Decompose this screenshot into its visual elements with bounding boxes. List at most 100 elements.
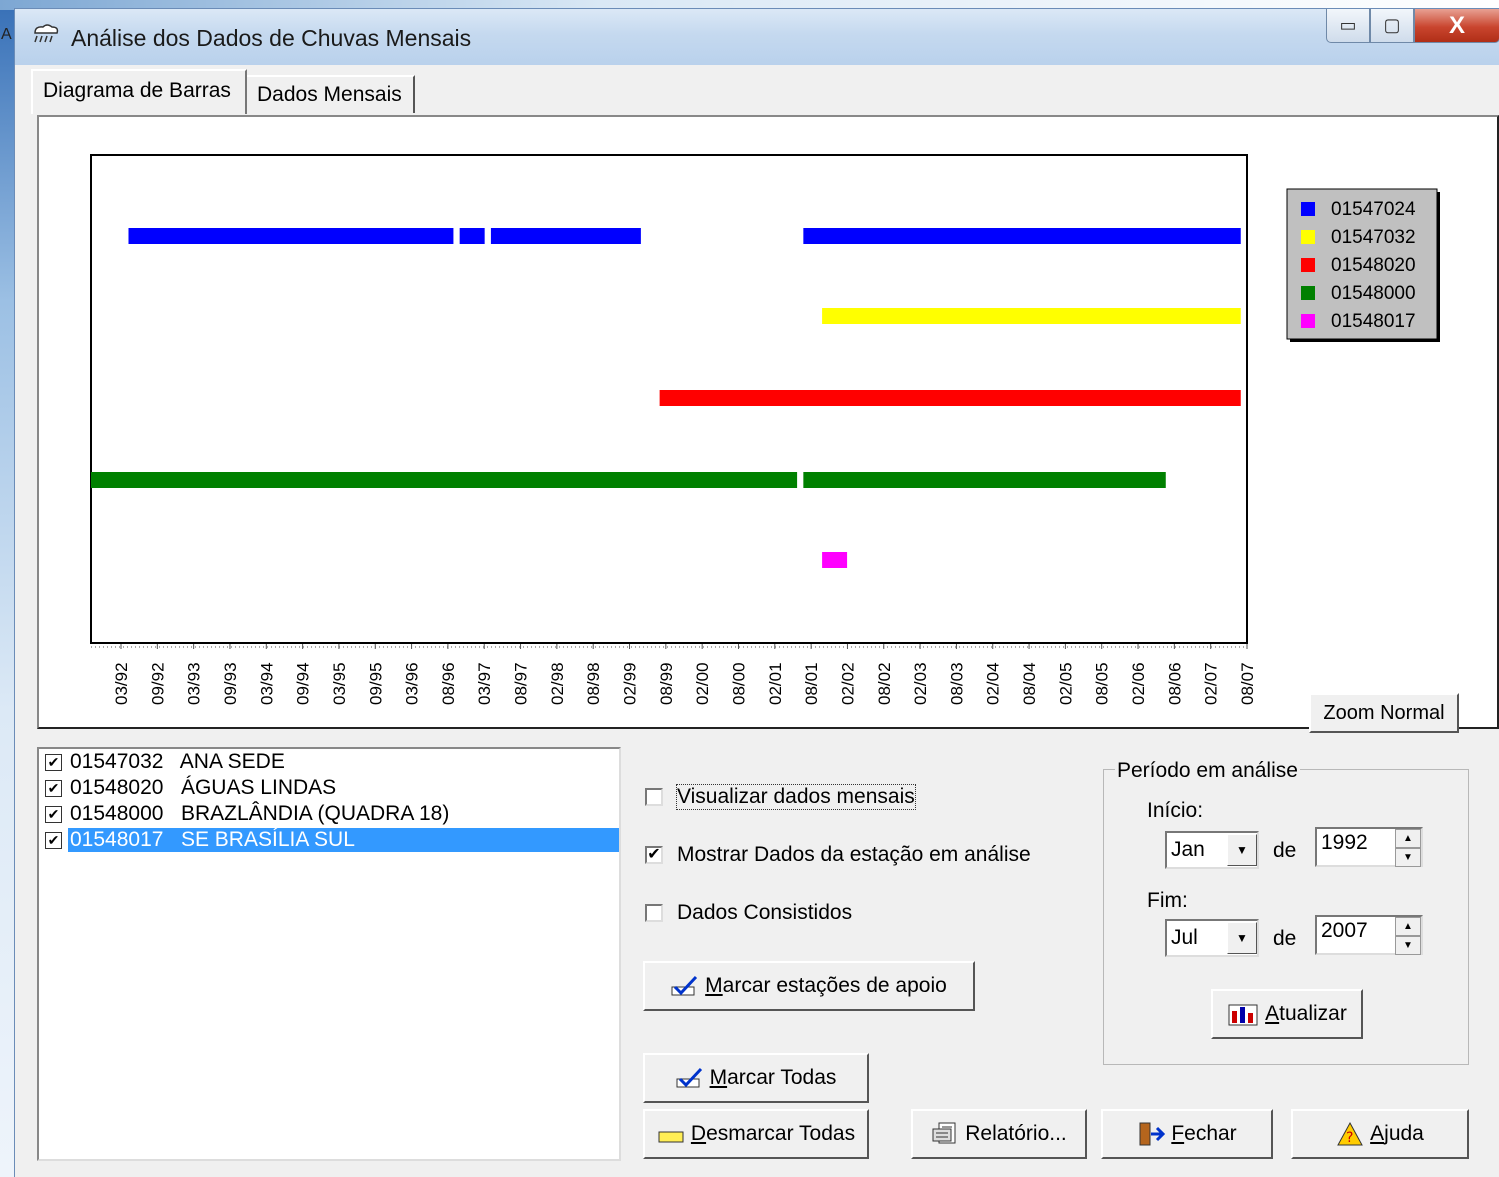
- x-tick-label: 08/05: [1093, 662, 1112, 705]
- legend-label: 01548017: [1331, 311, 1416, 332]
- station-name: BRAZLÂNDIA (QUADRA 18): [180, 802, 450, 825]
- legend-swatch: [1301, 286, 1315, 300]
- consistidos-label: Dados Consistidos: [677, 901, 853, 924]
- legend-label: 01547032: [1331, 227, 1416, 248]
- fechar-button[interactable]: Fechar: [1101, 1109, 1273, 1159]
- x-tick-label: 09/92: [148, 662, 167, 705]
- spin-down-icon[interactable]: ▼: [1395, 936, 1421, 955]
- mostrar-dados-checkbox[interactable]: ✔ Mostrar Dados da estação em análise: [645, 843, 1031, 867]
- inicio-year-spinner[interactable]: 1992 ▲ ▼: [1315, 827, 1423, 867]
- x-tick-label: 03/96: [403, 662, 422, 705]
- list-item[interactable]: ✔ 01548020 ÁGUAS LINDAS: [39, 775, 619, 801]
- chart-panel: 03/92 09/92 03/93 09/93 03/94 09/94 03/95 09/95…: [37, 115, 1499, 733]
- window-title: Análise dos Dados de Chuvas Mensais: [71, 25, 472, 51]
- spin-up-icon[interactable]: ▲: [1395, 917, 1421, 936]
- x-tick-label: 02/05: [1056, 662, 1075, 705]
- visualizar-dados-mensais-checkbox[interactable]: Visualizar dados mensais: [645, 784, 916, 810]
- list-item[interactable]: ✔ 01548000 BRAZLÂNDIA (QUADRA 18): [39, 801, 619, 827]
- x-tick-label: 02/00: [693, 662, 712, 705]
- legend-label: 01548000: [1331, 283, 1416, 304]
- station-list[interactable]: ✔ 01547032 ANA SEDE ✔ 01548020 ÁGUAS LIN…: [37, 747, 621, 1161]
- inicio-month-select[interactable]: Jan ▼: [1165, 831, 1259, 869]
- x-tick-label: 03/94: [257, 662, 276, 705]
- x-tick-label: 08/07: [1238, 662, 1257, 705]
- fim-label: Fim:: [1147, 889, 1188, 912]
- list-item-selected[interactable]: ✔ 01548017 SE BRASÍLIA SUL: [39, 827, 619, 853]
- mostrar-label: Mostrar Dados da estação em análise: [677, 843, 1031, 866]
- x-tick-label: 02/99: [621, 662, 640, 705]
- de-label: de: [1273, 839, 1297, 862]
- checkmark-icon: [671, 975, 698, 996]
- x-tick-label: 02/01: [766, 662, 785, 705]
- x-tick-label: 09/95: [366, 662, 385, 705]
- x-tick-label: 08/03: [947, 662, 966, 705]
- visualizar-label: Visualizar dados mensais: [676, 784, 916, 810]
- checkbox-checked-icon[interactable]: ✔: [45, 831, 62, 849]
- x-tick-label: 08/02: [875, 662, 894, 705]
- help-icon: ?: [1337, 1121, 1363, 1146]
- chevron-down-icon[interactable]: ▼: [1227, 922, 1257, 954]
- x-tick-label: 02/07: [1202, 662, 1221, 705]
- station-code: 01548017: [70, 828, 164, 851]
- main-window: Análise dos Dados de Chuvas Mensais ▭ ▢ …: [14, 8, 1499, 1177]
- bar-01547024: [128, 228, 454, 244]
- fim-month-select[interactable]: Jul ▼: [1165, 919, 1259, 957]
- de-label: de: [1273, 927, 1297, 950]
- checkmark-icon: [676, 1067, 702, 1088]
- legend-label: 01547024: [1331, 199, 1416, 220]
- close-button[interactable]: X: [1414, 9, 1499, 43]
- bar-01548000: [803, 472, 1166, 488]
- bar-01548017: [822, 552, 848, 568]
- tab-dados-mensais[interactable]: Dados Mensais: [247, 75, 415, 113]
- x-tick-label: 08/00: [729, 662, 748, 705]
- station-name: ANA SEDE: [179, 750, 285, 773]
- fim-year-spinner[interactable]: 2007 ▲ ▼: [1315, 915, 1423, 955]
- x-tick-label: 08/96: [439, 662, 458, 705]
- dados-consistidos-checkbox[interactable]: Dados Consistidos: [645, 901, 852, 925]
- inicio-label: Início:: [1147, 799, 1204, 822]
- station-code: 01547032: [70, 750, 164, 773]
- marcar-todas-button[interactable]: Marcar Todas: [643, 1053, 869, 1103]
- bar-01548020: [659, 390, 1241, 406]
- refresh-chart-icon: [1228, 1004, 1258, 1026]
- x-tick-label: 02/02: [838, 662, 857, 705]
- bar-01547024: [459, 228, 485, 244]
- x-tick-label: 08/04: [1020, 662, 1039, 705]
- bar-01547032: [822, 308, 1241, 324]
- periodo-title: Período em análise: [1115, 759, 1300, 783]
- spin-down-icon[interactable]: ▼: [1395, 848, 1421, 867]
- minimize-button[interactable]: ▭: [1326, 9, 1370, 43]
- checkbox-checked-icon[interactable]: ✔: [45, 779, 62, 797]
- station-name: ÁGUAS LINDAS: [180, 776, 337, 799]
- x-tick-label: 03/93: [185, 662, 204, 705]
- title-bar[interactable]: Análise dos Dados de Chuvas Mensais ▭ ▢ …: [15, 9, 1499, 65]
- chevron-down-icon[interactable]: ▼: [1227, 834, 1257, 866]
- relatorio-button[interactable]: Relatório...: [911, 1109, 1087, 1159]
- bar-diagram-chart: 03/92 09/92 03/93 09/93 03/94 09/94 03/95 09/95…: [90, 154, 1440, 705]
- ajuda-button[interactable]: ? Ajuda: [1291, 1109, 1469, 1159]
- x-tick-label: 03/97: [475, 662, 494, 705]
- checkbox-checked-icon[interactable]: ✔: [45, 753, 62, 771]
- atualizar-button[interactable]: Atualizar: [1211, 989, 1363, 1039]
- x-tick-label: 02/98: [548, 662, 567, 705]
- tab-diagrama-de-barras[interactable]: Diagrama de Barras: [31, 69, 247, 114]
- station-code: 01548020: [70, 776, 164, 799]
- window-controls: ▭ ▢ X: [1326, 9, 1499, 45]
- marcar-estacoes-apoio-button[interactable]: Marcar estações de apoio: [643, 961, 975, 1011]
- desmarcar-todas-button[interactable]: Desmarcar Todas: [643, 1109, 869, 1159]
- list-item[interactable]: ✔ 01547032 ANA SEDE: [39, 749, 619, 775]
- x-tick-label: 08/06: [1165, 662, 1184, 705]
- checkbox-unchecked-icon[interactable]: [645, 788, 663, 806]
- x-tick-label: 03/95: [330, 662, 349, 705]
- bar-01547024: [803, 228, 1241, 244]
- checkbox-checked-icon[interactable]: ✔: [45, 805, 62, 823]
- spin-up-icon[interactable]: ▲: [1395, 829, 1421, 848]
- checkbox-unchecked-icon[interactable]: [645, 904, 663, 922]
- bar-01548000: [91, 472, 798, 488]
- zoom-normal-button[interactable]: Zoom Normal: [1309, 693, 1459, 733]
- x-tick-label: 09/93: [221, 662, 240, 705]
- maximize-button[interactable]: ▢: [1370, 9, 1414, 43]
- checkbox-checked-icon[interactable]: ✔: [645, 846, 663, 864]
- svg-text:?: ?: [1346, 1130, 1353, 1146]
- desktop-background-left: [0, 10, 14, 1177]
